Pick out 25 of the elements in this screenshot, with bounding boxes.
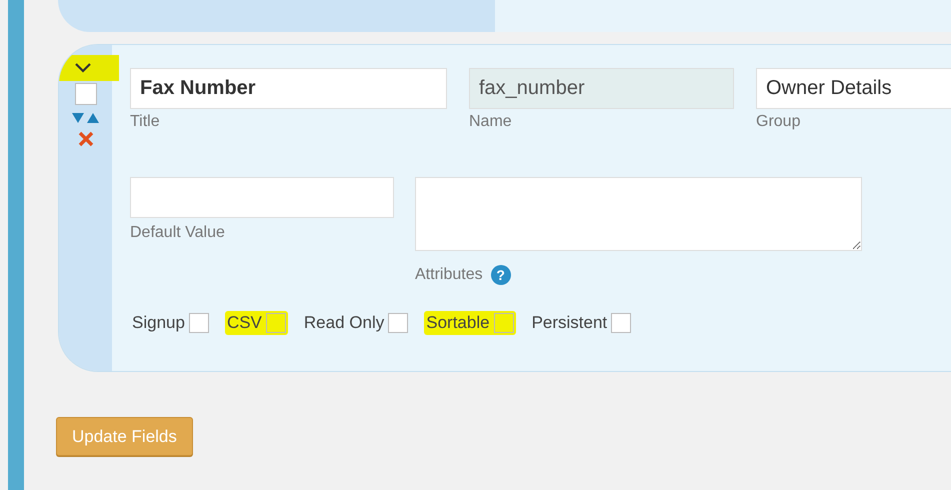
checkbox[interactable]	[494, 313, 514, 333]
field-label: Attributes	[415, 266, 483, 284]
checkbox[interactable]	[188, 313, 209, 333]
checkbox[interactable]	[266, 313, 286, 333]
option-label: CSV	[226, 313, 262, 333]
help-icon[interactable]: ?	[490, 265, 511, 285]
chevron-down-icon	[74, 63, 90, 73]
field-label: Group	[756, 113, 802, 131]
default-value-input[interactable]	[130, 177, 394, 218]
option-label: Persistent	[532, 313, 608, 333]
option-label: Sortable	[426, 313, 490, 333]
checkbox[interactable]	[388, 313, 408, 333]
attributes-textarea[interactable]	[415, 177, 862, 251]
collapse-button[interactable]	[59, 55, 118, 81]
field-label: Default Value	[130, 224, 226, 242]
checkbox[interactable]	[611, 313, 632, 333]
reorder-icon[interactable]	[72, 113, 99, 123]
title-input[interactable]: Fax Number	[130, 68, 447, 109]
group-input[interactable]: Owner Details	[756, 68, 951, 109]
option-label: Read Only	[304, 313, 384, 333]
option-label: Signup	[132, 313, 185, 333]
field-label: Title	[130, 113, 161, 131]
field-label: Name	[469, 113, 513, 131]
delete-icon[interactable]	[78, 131, 94, 147]
checkbox[interactable]	[74, 83, 96, 105]
